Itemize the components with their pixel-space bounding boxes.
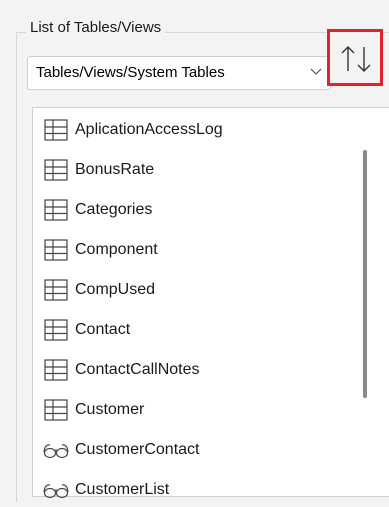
view-glasses-icon [43, 477, 69, 503]
sort-button[interactable] [327, 29, 383, 86]
list-item-label: BonusRate [75, 161, 155, 178]
table-grid-icon [43, 277, 69, 303]
list-item[interactable]: Contact [43, 313, 130, 347]
table-grid-icon [43, 317, 69, 343]
list-item[interactable]: Customer [43, 393, 144, 427]
vertical-scrollbar-thumb[interactable] [363, 150, 367, 398]
sort-up-down-icon [341, 46, 371, 72]
list-item[interactable]: AplicationAccessLog [43, 113, 223, 147]
list-item[interactable]: CustomerContact [43, 433, 200, 467]
list-item[interactable]: CompUsed [43, 273, 155, 307]
list-item-label: AplicationAccessLog [75, 121, 223, 138]
list-item[interactable]: ContactCallNotes [43, 353, 200, 387]
table-grid-icon [43, 197, 69, 223]
list-item-label: Customer [75, 401, 145, 418]
table-grid-icon [43, 237, 69, 263]
list-item-label: CustomerList [75, 481, 170, 498]
list-item-label: Categories [75, 201, 153, 218]
list-item[interactable]: Component [43, 233, 158, 267]
chevron-down-icon [310, 68, 322, 75]
table-grid-icon [43, 157, 69, 183]
table-grid-icon [43, 357, 69, 383]
list-item-label: ContactCallNotes [75, 361, 200, 378]
list-item[interactable]: Categories [43, 193, 152, 227]
list-item-label: Contact [75, 321, 131, 338]
table-grid-icon [43, 117, 69, 143]
dropdown-selected-value: Tables/Views/System Tables [36, 64, 225, 81]
table-grid-icon [43, 397, 69, 423]
list-item-label: CompUsed [75, 281, 156, 298]
view-glasses-icon [43, 437, 69, 463]
object-type-dropdown[interactable]: Tables/Views/System Tables [27, 56, 331, 90]
list-item-label: Component [75, 241, 158, 258]
list-item-label: CustomerContact [75, 441, 200, 458]
group-title: List of Tables/Views [26, 18, 166, 38]
tables-views-list[interactable]: AplicationAccessLog BonusRate Categories… [32, 107, 389, 499]
list-item[interactable]: CustomerList [43, 473, 169, 507]
list-item[interactable]: BonusRate [43, 153, 154, 187]
